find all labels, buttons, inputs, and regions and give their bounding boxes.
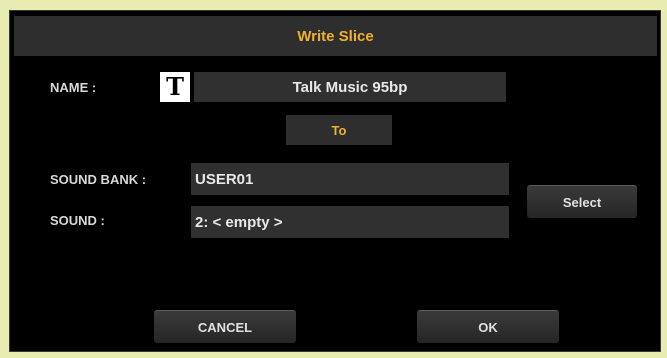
cancel-button[interactable]: CANCEL [154, 310, 296, 343]
to-button[interactable]: To [286, 115, 392, 145]
ok-button[interactable]: OK [417, 310, 559, 343]
sound-label: SOUND : [50, 213, 105, 228]
dialog-title: Write Slice [14, 16, 657, 56]
sound-field[interactable]: 2: < empty > [191, 206, 509, 238]
name-field[interactable]: Talk Music 95bp [194, 72, 506, 102]
sound-bank-label: SOUND BANK : [50, 172, 147, 187]
sound-bank-field[interactable]: USER01 [191, 163, 509, 195]
text-edit-icon[interactable]: T [160, 72, 190, 102]
name-label: NAME : [50, 80, 97, 95]
select-button[interactable]: Select [527, 185, 637, 218]
